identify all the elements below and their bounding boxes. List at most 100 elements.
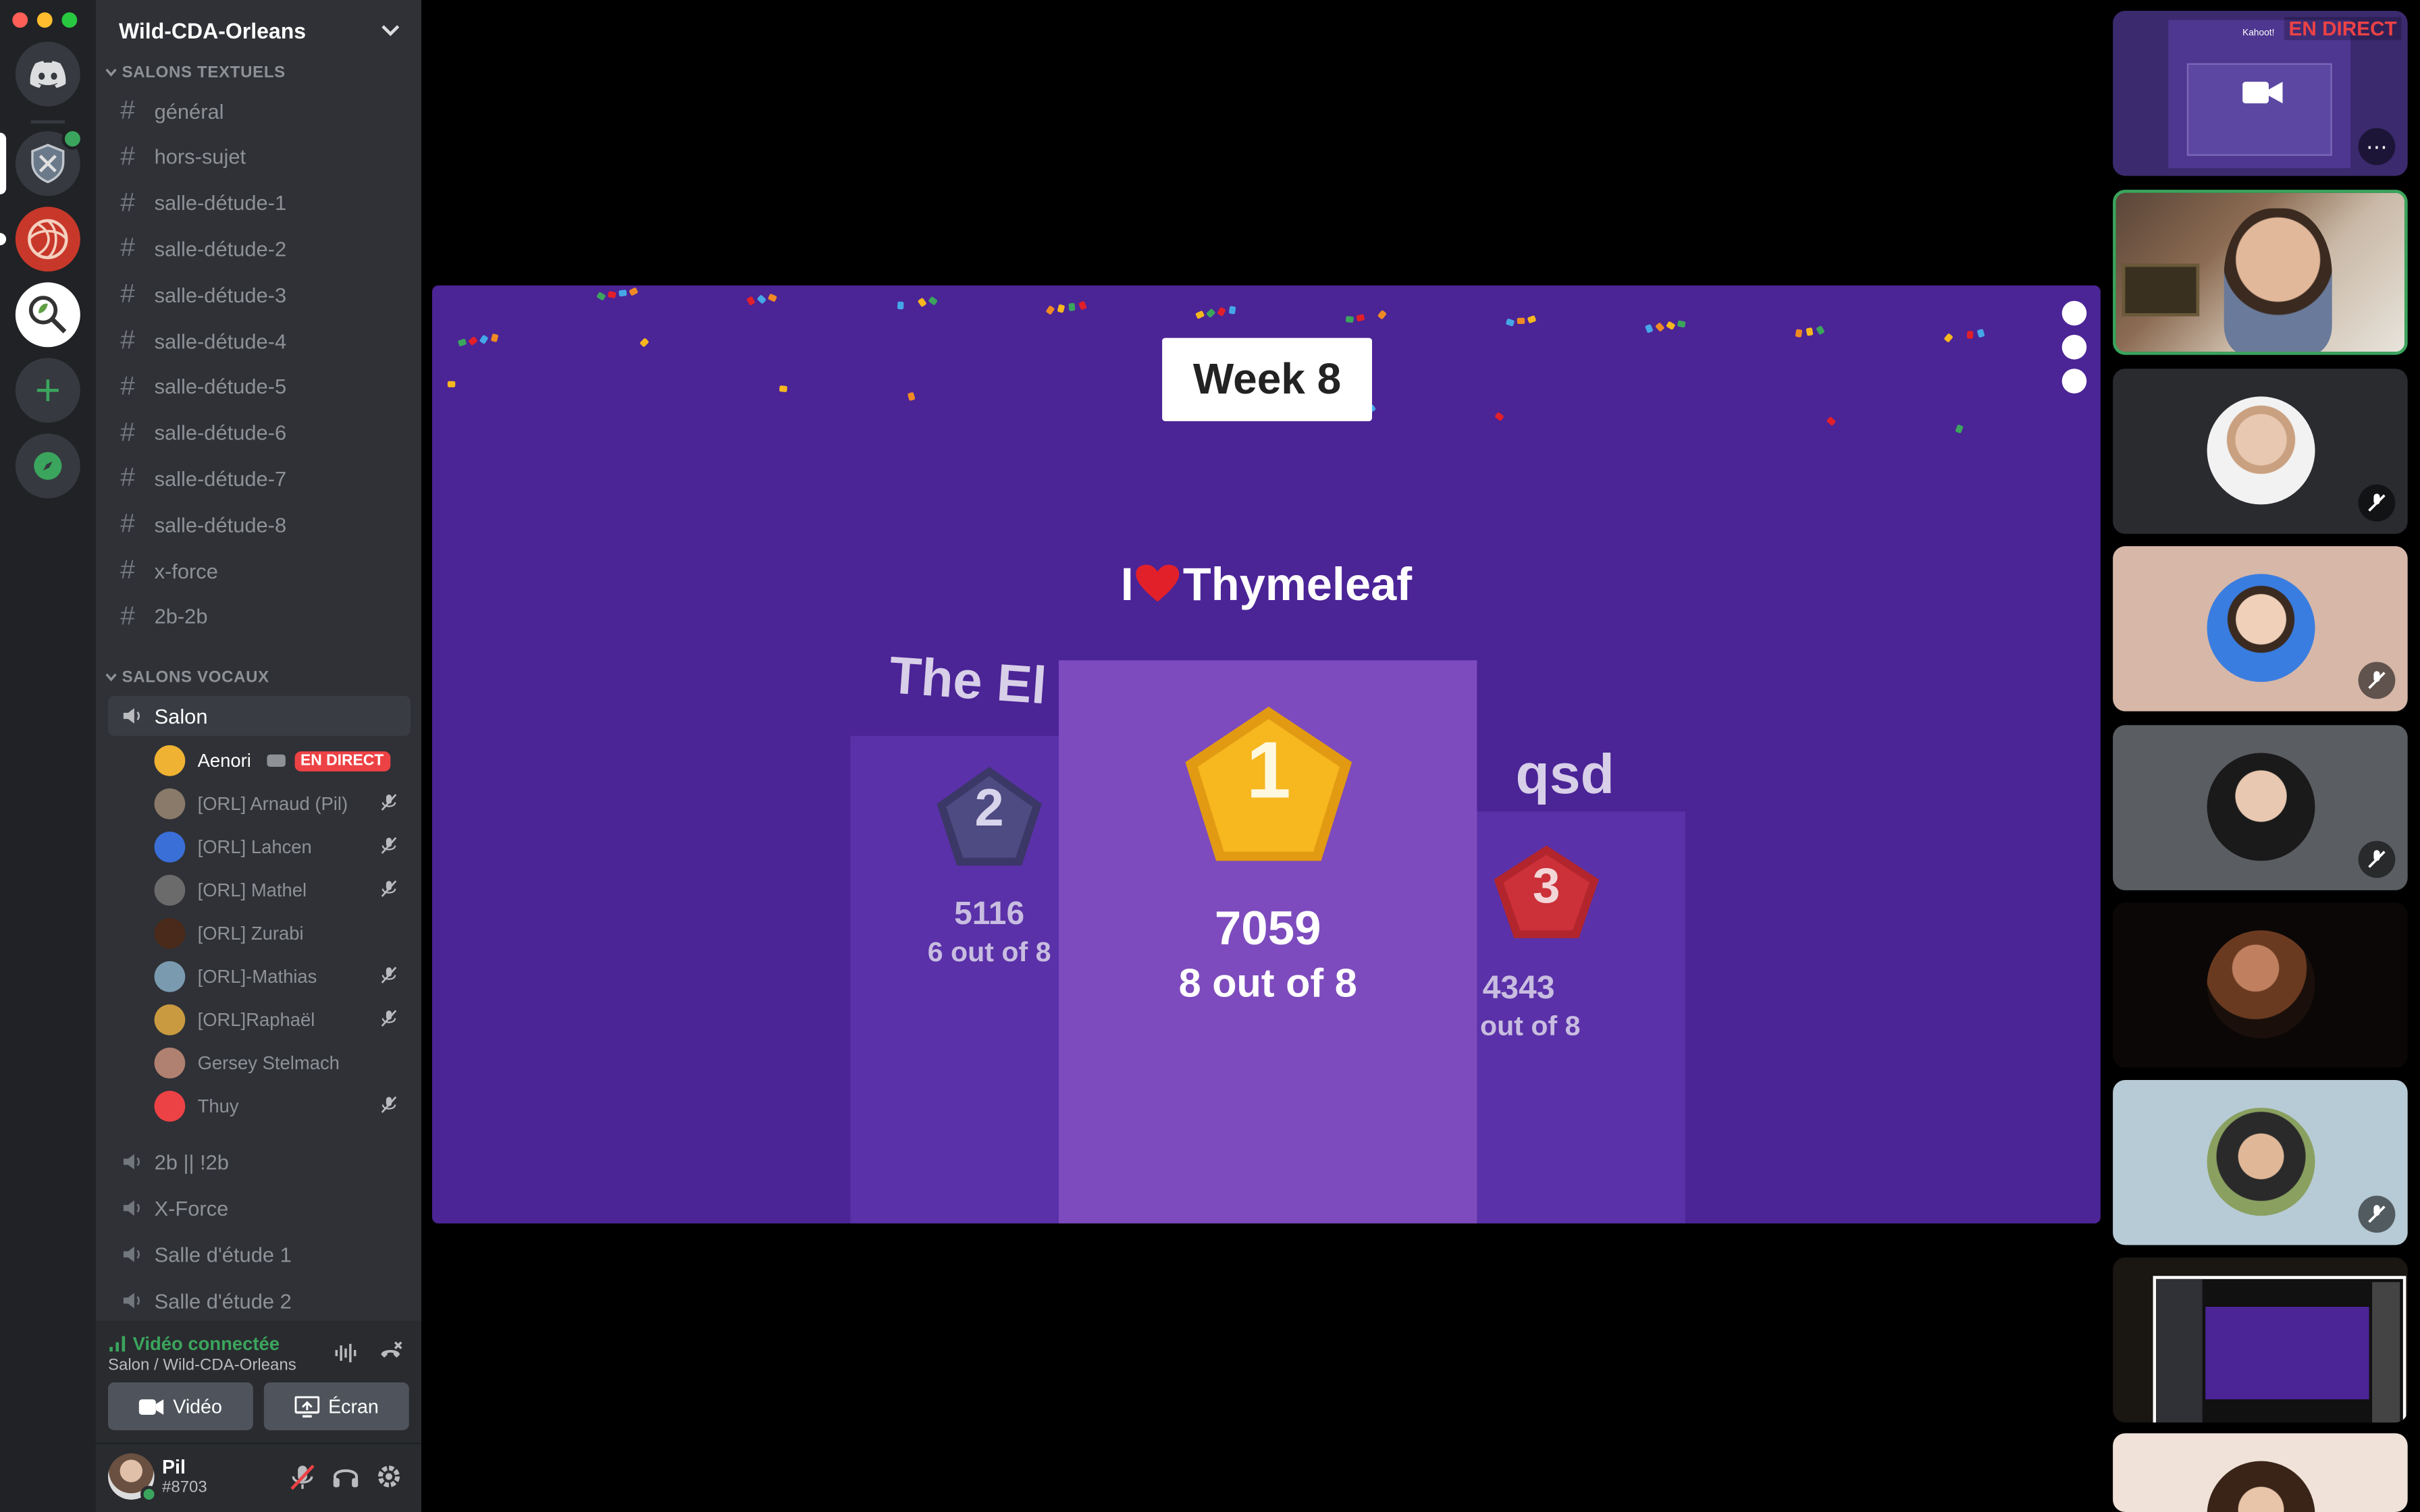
video-button[interactable]: Vidéo xyxy=(107,1382,253,1430)
text-channel-label: général xyxy=(154,99,224,123)
server-header[interactable]: Wild-CDA-Orleans xyxy=(96,0,421,61)
text-channel-item[interactable]: # salle-détude-6 xyxy=(108,413,411,453)
confetti-piece xyxy=(1517,317,1525,325)
video-camera-icon xyxy=(2242,82,2283,104)
mic-muted-icon xyxy=(379,1009,398,1032)
podium-first: 1 7059 8 out of 8 xyxy=(1058,660,1477,1224)
text-channel-item[interactable]: # salle-détude-1 xyxy=(108,183,411,223)
speaker-icon xyxy=(120,1197,154,1219)
text-channel-item[interactable]: # salle-détude-8 xyxy=(108,505,411,545)
voice-user[interactable]: Thuy xyxy=(154,1087,411,1125)
voice-channel-item[interactable]: Salle d'étude 1 xyxy=(108,1235,411,1274)
server-icon-wild[interactable] xyxy=(15,128,84,196)
add-server-button[interactable] xyxy=(15,358,80,423)
hashtag-icon: # xyxy=(120,555,135,585)
screen-share-video[interactable]: Week 8 I Thymeleaf The El 2 5116 6 out of… xyxy=(431,285,2101,1224)
volume-icon[interactable] xyxy=(2061,334,2087,360)
confetti-piece xyxy=(457,338,467,347)
voice-user[interactable]: [ORL]Raphaël xyxy=(154,1001,411,1038)
hashtag-icon: # xyxy=(120,463,135,493)
skip-icon[interactable] xyxy=(2061,369,2087,394)
participant-tile[interactable] xyxy=(2113,725,2408,890)
text-channel-item[interactable]: # salle-détude-3 xyxy=(108,275,411,315)
voice-channel-item[interactable]: Salle d'étude 2 xyxy=(108,1280,411,1320)
participant-tile[interactable] xyxy=(2113,369,2408,534)
confetti-piece xyxy=(468,336,478,346)
gear-icon[interactable] xyxy=(375,1463,402,1490)
server-icon-red[interactable] xyxy=(15,207,80,272)
confetti-piece xyxy=(767,293,778,302)
zoom-window-button[interactable] xyxy=(61,12,78,28)
text-channel-item[interactable]: # salle-détude-2 xyxy=(108,229,411,269)
connection-location[interactable]: Salon / Wild-CDA-Orleans xyxy=(108,1356,296,1374)
text-channel-item[interactable]: # salle-détude-7 xyxy=(108,459,411,499)
confetti-piece xyxy=(756,294,767,304)
podium-third: 3 4343 5 out of 8 xyxy=(1450,811,1685,1224)
webcam-tile-active[interactable] xyxy=(2113,190,2408,355)
confetti-piece xyxy=(607,290,616,299)
text-channel-item[interactable]: # général xyxy=(108,91,411,131)
headphones-icon[interactable] xyxy=(332,1463,359,1490)
category-text-channels[interactable]: SALONS TEXTUELS xyxy=(96,61,286,83)
voice-channel-item[interactable]: 2b || !2b xyxy=(108,1141,411,1181)
podium-first-correct: 8 out of 8 xyxy=(1178,959,1357,1006)
voice-channel-salon[interactable]: Salon xyxy=(107,695,411,736)
participant-tile[interactable] xyxy=(2113,1433,2408,1512)
speaker-icon xyxy=(120,1151,154,1172)
voice-user-name: Gersey Stelmach xyxy=(197,1052,340,1074)
text-channel-item[interactable]: #2b-2b xyxy=(108,597,411,637)
mic-muted-icon[interactable] xyxy=(288,1463,316,1494)
voice-channel-label: Salon xyxy=(154,704,208,728)
minimize-window-button[interactable] xyxy=(36,12,53,28)
text-channel-item[interactable]: # salle-détude-4 xyxy=(108,321,411,360)
home-button[interactable] xyxy=(15,41,80,107)
participant-tile[interactable] xyxy=(2113,546,2408,711)
voice-user[interactable]: [ORL]-Mathias xyxy=(154,958,411,995)
disconnect-icon[interactable] xyxy=(377,1339,404,1367)
voice-user[interactable]: [ORL] Arnaud (Pil) xyxy=(154,785,411,822)
user-avatar[interactable] xyxy=(107,1453,158,1503)
stream-preview-tile[interactable]: Kahoot! EN DIRECT ⋯ xyxy=(2113,10,2408,176)
voice-channel-label: 2b || !2b xyxy=(154,1150,229,1174)
participant-tile[interactable] xyxy=(2113,902,2408,1068)
camera-icon xyxy=(266,754,286,767)
explore-servers-button[interactable] xyxy=(15,433,80,499)
voice-channel-item[interactable]: X-Force xyxy=(108,1188,411,1228)
voice-user[interactable]: Aenori EN DIRECT xyxy=(154,742,411,779)
voice-user-name: [ORL]-Mathias xyxy=(197,965,317,988)
confetti-piece xyxy=(1955,424,1964,434)
voice-user-name: [ORL] Zurabi xyxy=(197,922,304,944)
more-options-button[interactable]: ⋯ xyxy=(2358,128,2396,165)
connection-status[interactable]: Vidéo connectée xyxy=(108,1333,280,1355)
confetti-piece xyxy=(1666,321,1676,331)
screen-share-button[interactable]: Écran xyxy=(263,1382,409,1430)
mic-muted-icon xyxy=(379,1096,398,1118)
voice-user[interactable]: Gersey Stelmach xyxy=(154,1044,411,1081)
podium-second-name: The El xyxy=(887,646,1049,716)
confetti-piece xyxy=(1816,325,1825,335)
thumb-sidebar xyxy=(2156,1278,2203,1423)
confetti-piece xyxy=(1494,412,1504,422)
podium-second: 2 5116 6 out of 8 xyxy=(850,736,1082,1224)
close-window-button[interactable] xyxy=(12,12,28,28)
text-channel-item[interactable]: # hors-sujet xyxy=(108,137,411,177)
voice-user[interactable]: [ORL] Mathel xyxy=(154,871,411,909)
fullscreen-icon[interactable] xyxy=(2061,300,2087,326)
selected-server-pill xyxy=(0,132,7,194)
self-stream-preview-tile[interactable] xyxy=(2113,1257,2408,1423)
screen-share-button-label: Écran xyxy=(328,1395,379,1418)
voice-user-name: [ORL] Lahcen xyxy=(197,836,312,858)
text-channel-label: salle-détude-3 xyxy=(154,283,287,307)
category-voice-channels[interactable]: SALONS VOCAUX xyxy=(96,666,269,688)
text-channel-item[interactable]: # salle-détude-5 xyxy=(108,367,411,407)
hashtag-icon: # xyxy=(120,187,135,217)
participant-tile[interactable] xyxy=(2113,1079,2408,1245)
online-status-icon xyxy=(140,1486,158,1503)
hashtag-icon: # xyxy=(120,417,135,447)
server-icon-search[interactable] xyxy=(15,282,80,348)
voice-user[interactable]: [ORL] Zurabi xyxy=(154,915,411,952)
text-channel-item[interactable]: # x-force xyxy=(108,551,411,591)
voice-user[interactable]: [ORL] Lahcen xyxy=(154,828,411,865)
noise-suppression-icon[interactable] xyxy=(334,1341,359,1366)
user-avatar xyxy=(154,1047,186,1079)
